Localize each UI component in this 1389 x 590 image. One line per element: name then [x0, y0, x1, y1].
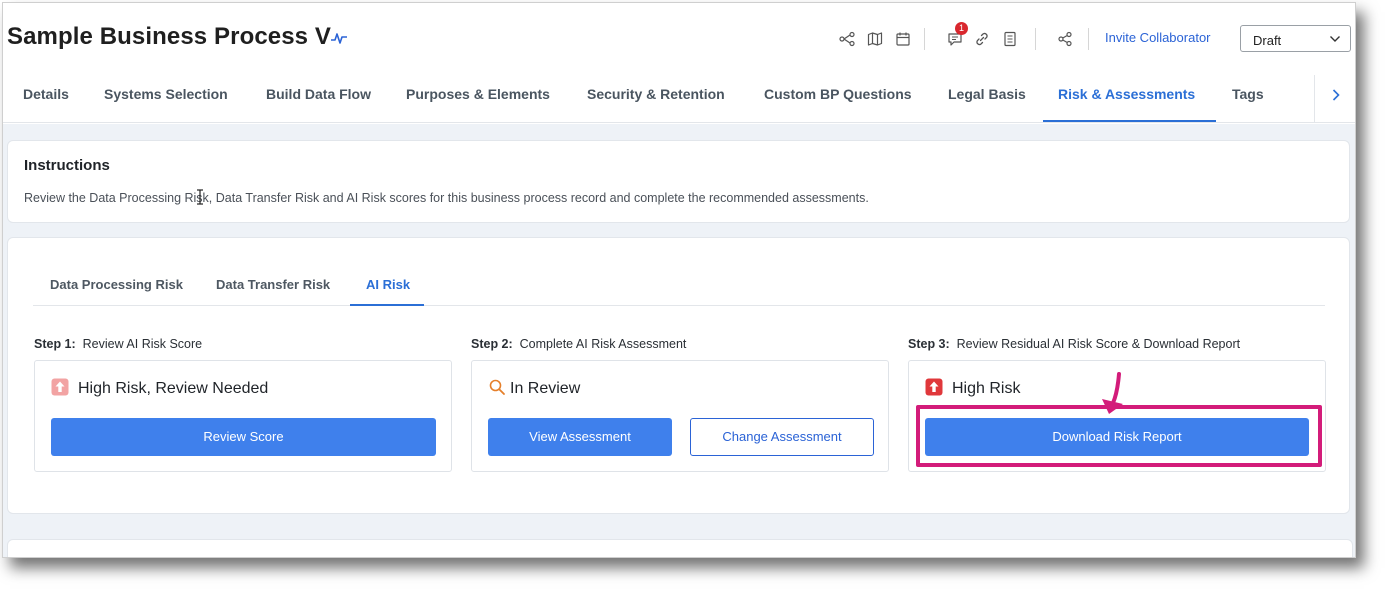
- step-3-box: High Risk Download Risk Report: [908, 360, 1326, 472]
- tab-custom-bp-questions[interactable]: Custom BP Questions: [764, 86, 912, 102]
- tab-systems-selection[interactable]: Systems Selection: [104, 86, 228, 102]
- tab-risk-assessments[interactable]: Risk & Assessments: [1058, 86, 1195, 102]
- step-3-label: Step 3: Review Residual AI Risk Score & …: [908, 337, 1240, 351]
- risk-up-arrow-icon: [51, 378, 69, 396]
- view-assessment-button[interactable]: View Assessment: [488, 418, 672, 456]
- risk-up-arrow-icon: [925, 378, 943, 396]
- header-divider: [924, 28, 925, 50]
- tab-legal-basis[interactable]: Legal Basis: [948, 86, 1026, 102]
- flow-diagram-icon[interactable]: [839, 31, 855, 47]
- instructions-text: Review the Data Processing Risk, Data Tr…: [24, 191, 869, 205]
- tab-security-retention[interactable]: Security & Retention: [587, 86, 725, 102]
- share-icon[interactable]: [1057, 31, 1073, 47]
- header-divider: [1035, 28, 1036, 50]
- chevron-right-icon: [1332, 89, 1340, 101]
- step-2-status: In Review: [510, 380, 581, 397]
- document-list-icon[interactable]: [1002, 31, 1018, 47]
- status-select-value: Draft: [1253, 33, 1282, 48]
- next-section-card: [7, 539, 1353, 557]
- link-icon[interactable]: [974, 31, 990, 47]
- tab-ai-risk[interactable]: AI Risk: [366, 277, 410, 292]
- step-number: Step 1:: [34, 337, 76, 351]
- page-header: Sample Business Process V 1 Invite Colla…: [3, 3, 1355, 75]
- activity-icon[interactable]: [330, 30, 348, 46]
- invite-collaborator-link[interactable]: Invite Collaborator: [1105, 30, 1211, 45]
- step-number: Step 2:: [471, 337, 513, 351]
- step-title: Review Residual AI Risk Score & Download…: [956, 337, 1241, 351]
- step-3-status: High Risk: [952, 380, 1021, 397]
- tab-data-processing-risk[interactable]: Data Processing Risk: [50, 277, 183, 292]
- change-assessment-button[interactable]: Change Assessment: [690, 418, 874, 456]
- review-score-button[interactable]: Review Score: [51, 418, 436, 456]
- chevron-down-icon: [1330, 36, 1340, 42]
- text-cursor-icon: [197, 189, 203, 205]
- risk-card: Data Processing Risk Data Transfer Risk …: [7, 237, 1350, 514]
- header-divider: [1088, 28, 1089, 50]
- calendar-icon[interactable]: [895, 31, 911, 47]
- step-2-label: Step 2: Complete AI Risk Assessment: [471, 337, 686, 351]
- instructions-title: Instructions: [24, 157, 110, 174]
- step-1-box: High Risk, Review Needed Review Score: [34, 360, 452, 472]
- tabs-scroll-right-button[interactable]: [1314, 75, 1355, 122]
- instructions-card: Instructions Review the Data Processing …: [7, 140, 1350, 223]
- tab-data-transfer-risk[interactable]: Data Transfer Risk: [216, 277, 330, 292]
- search-icon: [489, 379, 505, 395]
- step-2-box: In Review View Assessment Change Assessm…: [471, 360, 889, 472]
- content-area: Instructions Review the Data Processing …: [3, 124, 1355, 557]
- risk-tabs-divider: [33, 305, 1325, 306]
- page-title: Sample Business Process V: [7, 23, 331, 50]
- step-title: Review AI Risk Score: [82, 337, 203, 351]
- step-title: Complete AI Risk Assessment: [519, 337, 687, 351]
- pointer-arrow-icon: [1102, 372, 1123, 414]
- active-risk-tab-indicator: [350, 304, 424, 306]
- step-number: Step 3:: [908, 337, 950, 351]
- tab-tags[interactable]: Tags: [1232, 86, 1264, 102]
- map-icon[interactable]: [867, 31, 883, 47]
- active-tab-indicator: [1043, 120, 1216, 122]
- status-select[interactable]: Draft: [1240, 25, 1351, 52]
- step-1-label: Step 1: Review AI Risk Score: [34, 337, 202, 351]
- tab-purposes-elements[interactable]: Purposes & Elements: [406, 86, 550, 102]
- tab-details[interactable]: Details: [23, 86, 69, 102]
- app-window: Sample Business Process V 1 Invite Colla…: [2, 2, 1356, 558]
- step-1-status: High Risk, Review Needed: [78, 380, 269, 397]
- main-tabs: Details Systems Selection Build Data Flo…: [3, 75, 1355, 123]
- tab-build-data-flow[interactable]: Build Data Flow: [266, 86, 371, 102]
- notification-badge: 1: [955, 22, 968, 35]
